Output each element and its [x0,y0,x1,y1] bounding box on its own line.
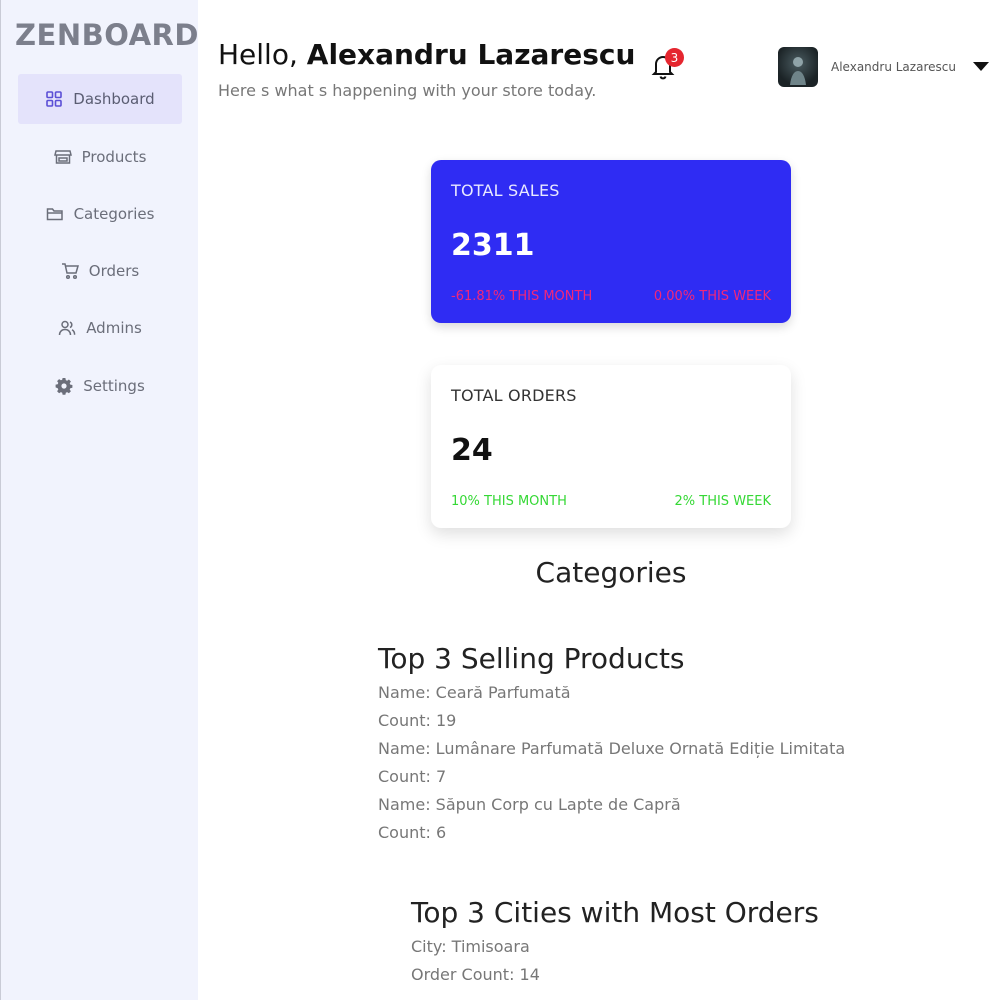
greeting-user-name: Alexandru Lazarescu [306,38,636,71]
grid-icon [45,90,63,108]
profile-name[interactable]: Alexandru Lazarescu [831,60,956,74]
list-item: Name: Ceară Parfumată [378,683,571,702]
categories-heading: Categories [535,556,687,589]
list-item: Count: 19 [378,711,457,730]
top-products-section: Top 3 Selling Products Name: Ceară Parfu… [378,642,845,849]
list-item: Count: 6 [378,823,447,842]
sidebar-item-label: Orders [88,262,140,280]
sidebar-item-label: Settings [83,377,145,395]
list-item: Count: 7 [378,767,447,786]
total-sales-card: TOTAL SALES 2311 -61.81% THIS MONTH 0.00… [431,160,791,323]
page-subtitle: Here s what s happening with your store … [218,81,597,100]
section-title: Top 3 Cities with Most Orders [411,896,819,929]
section-title: Top 3 Selling Products [378,642,685,675]
card-month-change: -61.81% THIS MONTH [451,289,593,304]
sidebar-item-categories[interactable]: Categories [18,189,182,239]
sidebar-item-admins[interactable]: Admins [18,303,182,353]
notification-badge: 3 [665,48,684,67]
card-week-change: 2% THIS WEEK [674,494,772,509]
avatar[interactable] [778,47,818,87]
sidebar: ZENBOARD Dashboard Products Categories O… [0,0,198,1000]
chevron-down-icon[interactable] [973,62,989,71]
card-month-change: 10% THIS MONTH [451,494,567,509]
page-greeting: Hello, Alexandru Lazarescu [218,38,635,71]
list-item: Name: Lumânare Parfumată Deluxe Ornată E… [378,739,846,758]
sidebar-item-settings[interactable]: Settings [18,361,182,411]
folder-icon [46,205,64,223]
sidebar-item-label: Products [81,148,147,166]
top-cities-section: Top 3 Cities with Most Orders City: Timi… [411,896,819,991]
users-icon [58,319,76,337]
sidebar-item-label: Categories [73,205,155,223]
cart-icon [61,262,79,280]
list-item: City: Timisoara [411,937,530,956]
sidebar-item-products[interactable]: Products [18,132,182,182]
list-item: Name: Săpun Corp cu Lapte de Capră [378,795,681,814]
gear-icon [55,377,73,395]
card-value: 24 [451,433,493,468]
brand-logo: ZENBOARD [15,18,199,52]
greeting-prefix: Hello, [218,38,307,71]
card-title: TOTAL ORDERS [451,386,577,405]
card-title: TOTAL SALES [451,181,560,200]
card-value: 2311 [451,228,535,263]
sidebar-item-orders[interactable]: Orders [18,246,182,296]
card-week-change: 0.00% THIS WEEK [653,289,771,304]
list-item: Order Count: 14 [411,965,540,984]
sidebar-item-label: Dashboard [73,90,155,108]
total-orders-card: TOTAL ORDERS 24 10% THIS MONTH 2% THIS W… [431,365,791,528]
store-icon [53,148,72,166]
sidebar-item-label: Admins [86,319,142,337]
sidebar-item-dashboard[interactable]: Dashboard [18,74,182,124]
